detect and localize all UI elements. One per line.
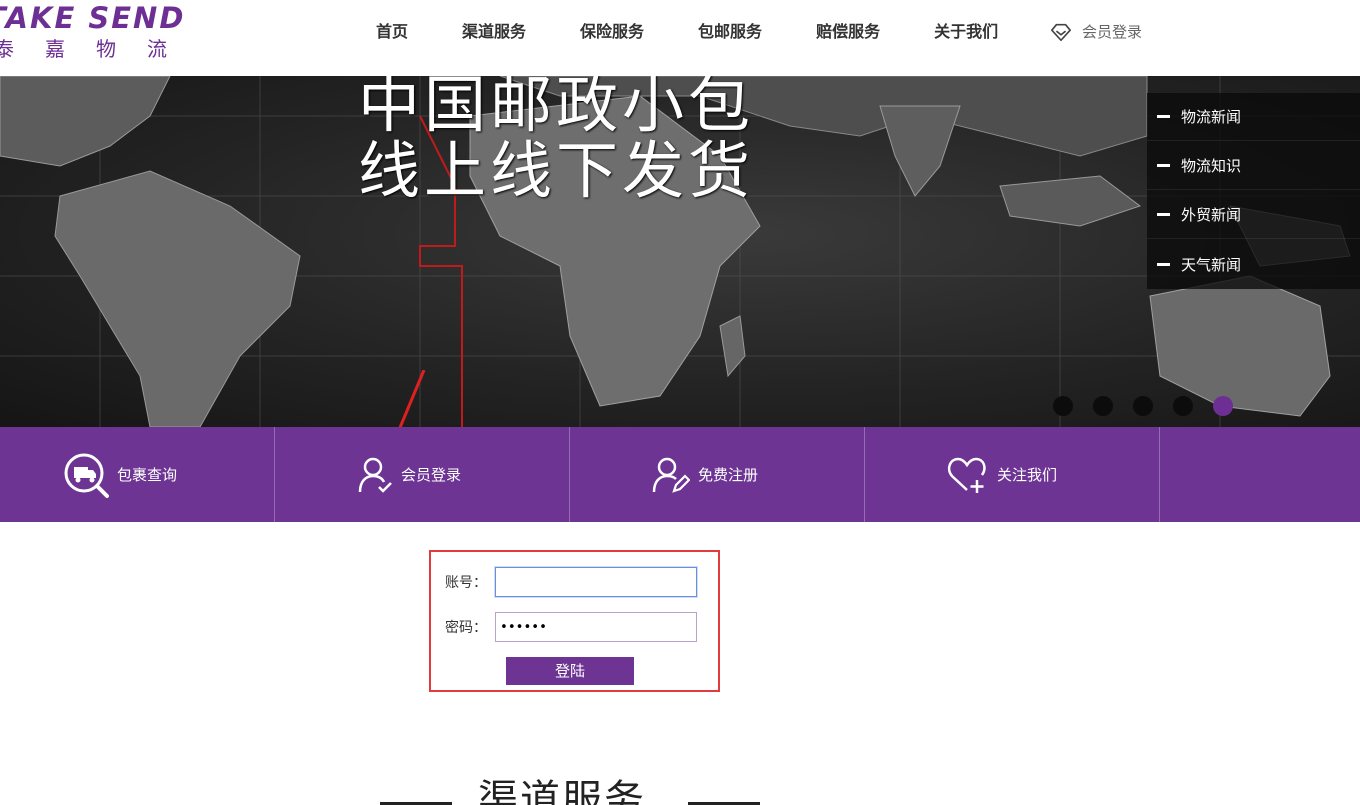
- account-label: 账号：: [445, 575, 487, 591]
- hero-banner: 中国邮政小包 线上线下发货 物流新闻 物流知识 外贸新闻 天气新闻: [0, 76, 1360, 427]
- quick-free-register[interactable]: 免费注册: [570, 427, 865, 522]
- banner-headline-line1: 中国邮政小包: [358, 76, 755, 141]
- section-title-text: 渠道服务: [478, 777, 646, 805]
- quick-member-login[interactable]: 会员登录: [275, 427, 570, 522]
- news-item-logistics-news[interactable]: 物流新闻: [1147, 93, 1360, 141]
- password-input[interactable]: [495, 612, 697, 642]
- password-label: 密码：: [445, 620, 487, 636]
- carousel-dot-4[interactable]: [1173, 396, 1193, 416]
- nav-item-home[interactable]: 首页: [376, 19, 408, 45]
- nav-item-insurance-service[interactable]: 保险服务: [580, 19, 644, 45]
- password-row: 密码：: [445, 612, 697, 642]
- news-item-weather-news[interactable]: 天气新闻: [1147, 240, 1360, 288]
- news-item-label: 物流知识: [1181, 157, 1242, 175]
- quick-action-bar: 包裹查询 会员登录 免费注册 关注我们: [0, 427, 1360, 522]
- quick-parcel-tracking-label: 包裹查询: [117, 466, 178, 484]
- site-header: TAKE SEND 泰嘉物流 首页 渠道服务 保险服务 包邮服务 赔偿服务 关于…: [0, 0, 1360, 76]
- carousel-dot-1[interactable]: [1053, 396, 1073, 416]
- user-check-icon: [358, 457, 392, 493]
- dash-icon: [1157, 213, 1170, 216]
- quick-follow-us-label: 关注我们: [997, 466, 1058, 484]
- news-item-logistics-knowledge[interactable]: 物流知识: [1147, 142, 1360, 190]
- dash-icon: [1157, 262, 1170, 266]
- news-category-menu: 物流新闻 物流知识 外贸新闻 天气新闻: [1147, 93, 1360, 289]
- parcel-search-icon: [64, 453, 109, 498]
- dash-icon: [1157, 115, 1170, 118]
- quick-follow-us[interactable]: 关注我们: [865, 427, 1160, 522]
- news-item-label: 物流新闻: [1181, 108, 1242, 126]
- login-submit-button[interactable]: 登陆: [506, 657, 634, 685]
- login-form: 账号： 密码： 登陆: [429, 550, 720, 692]
- site-logo[interactable]: TAKE SEND 泰嘉物流: [0, 0, 186, 70]
- main-nav: 首页 渠道服务 保险服务 包邮服务 赔偿服务 关于我们: [376, 19, 998, 45]
- quick-free-register-label: 免费注册: [698, 466, 759, 484]
- quick-member-login-label: 会员登录: [401, 466, 462, 484]
- news-item-trade-news[interactable]: 外贸新闻: [1147, 191, 1360, 239]
- carousel-dot-5-active[interactable]: [1213, 396, 1233, 416]
- quick-parcel-tracking[interactable]: 包裹查询: [0, 427, 275, 522]
- news-item-label: 外贸新闻: [1181, 206, 1242, 224]
- nav-item-about-us[interactable]: 关于我们: [934, 19, 998, 45]
- quick-bar-empty-cell: [1160, 427, 1360, 522]
- banner-headline-line2: 线上线下发货: [358, 134, 755, 207]
- logo-chinese-text: 泰嘉物流: [0, 37, 198, 61]
- header-member-login-link[interactable]: 会员登录: [1050, 19, 1142, 45]
- nav-item-compensation-service[interactable]: 赔偿服务: [816, 19, 880, 45]
- diamond-icon: [1051, 23, 1071, 42]
- carousel-dots: [1053, 396, 1233, 416]
- account-input[interactable]: [495, 567, 697, 597]
- header-member-login-label: 会员登录: [1082, 23, 1143, 41]
- heart-plus-icon: [947, 457, 986, 493]
- carousel-dot-2[interactable]: [1093, 396, 1113, 416]
- dash-icon: [1157, 164, 1170, 167]
- nav-item-free-shipping-service[interactable]: 包邮服务: [698, 19, 762, 45]
- section-heading: 渠道服务: [380, 770, 760, 805]
- user-edit-icon: [652, 457, 690, 493]
- logo-english-text: TAKE SEND: [0, 1, 186, 35]
- news-item-label: 天气新闻: [1181, 255, 1242, 274]
- carousel-dot-3[interactable]: [1133, 396, 1153, 416]
- account-row: 账号：: [445, 567, 697, 597]
- nav-item-channel-service[interactable]: 渠道服务: [462, 19, 526, 45]
